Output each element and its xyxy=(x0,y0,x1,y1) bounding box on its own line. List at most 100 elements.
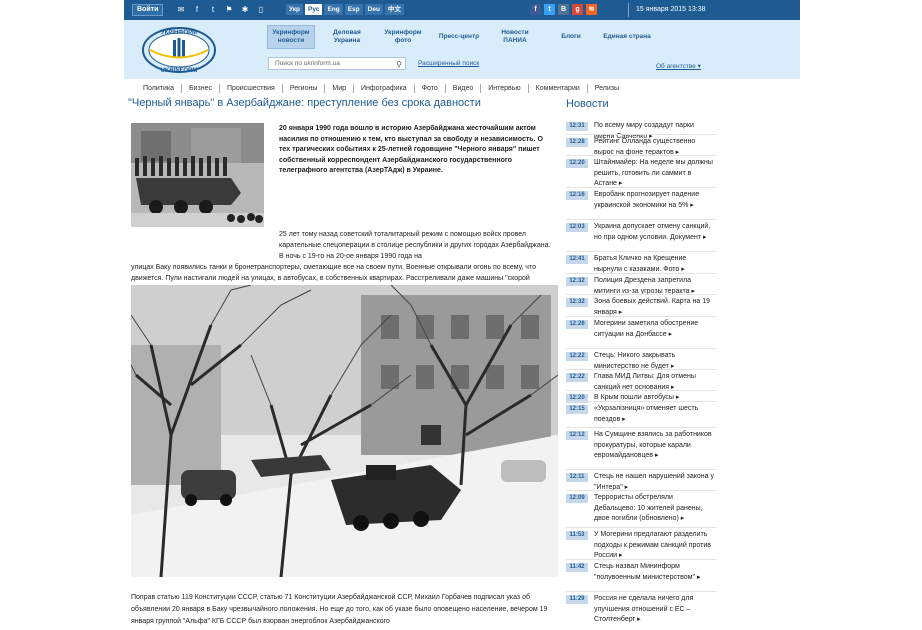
mobile-icon[interactable]: ▯ xyxy=(256,4,266,15)
category-menu: Политика Бизнес Происшествия Регионы Мир Инфо… xyxy=(136,84,626,93)
news-time-badge: 12:22 xyxy=(566,352,588,361)
page: Войти ✉ f t ⚑ ✱ ▯ Укр Рус Eng Esp Deu 中文 f t … xyxy=(124,0,800,630)
googleplus-icon[interactable]: g xyxy=(572,4,583,15)
news-time-badge: 12:28 xyxy=(566,138,588,147)
divider xyxy=(566,469,716,470)
top-navigation: Укринформ новости Деловая Украина Укринфор… xyxy=(267,25,651,49)
header: УКРІНФОРМ UKRINFORM Укринформ новости Дел… xyxy=(124,20,800,79)
category-link[interactable]: Инфографика xyxy=(354,84,415,93)
news-heading: Новости xyxy=(566,98,609,110)
divider xyxy=(566,251,716,252)
nav-button[interactable]: Укринформ фото xyxy=(379,25,427,49)
ukrinform-logo[interactable]: УКРІНФОРМ UKRINFORM xyxy=(140,25,218,75)
nav-button[interactable]: Новости ПАНИА xyxy=(491,25,539,49)
article-lead: 20 января 1990 года вошло в историю Азер… xyxy=(279,125,543,174)
news-headline-link[interactable]: Террористы обстреляли Дебальцево: 10 жит… xyxy=(594,493,716,525)
divider xyxy=(566,591,716,592)
language-option[interactable]: Esp xyxy=(344,4,363,15)
news-time-badge: 12:32 xyxy=(566,277,588,286)
category-link[interactable]: Политика xyxy=(136,84,182,93)
app-icon[interactable]: ✱ xyxy=(240,4,250,15)
divider xyxy=(566,390,716,391)
category-link[interactable]: Происшествия xyxy=(220,84,283,93)
news-headline-link[interactable]: Стець назвал Мининформ "полувоенным мини… xyxy=(594,562,716,583)
category-link[interactable]: Комментарии xyxy=(529,84,588,93)
advanced-search-link[interactable]: Расширенный поиск xyxy=(418,60,479,67)
twitter-icon[interactable]: t xyxy=(544,4,555,15)
news-time-badge: 12:03 xyxy=(566,223,588,232)
twitter-icon[interactable]: t xyxy=(208,4,218,15)
divider xyxy=(566,273,716,274)
svg-text:UKRINFORM: UKRINFORM xyxy=(161,68,198,74)
news-time-badge: 12:16 xyxy=(566,191,588,200)
news-time-badge: 12:20 xyxy=(566,159,588,168)
nav-button[interactable]: Единая страна xyxy=(603,25,651,49)
category-link[interactable]: Бизнес xyxy=(182,84,220,93)
social-links: f t B g ≋ xyxy=(530,4,597,15)
nav-button[interactable]: Деловая Украина xyxy=(323,25,371,49)
vk-icon[interactable]: ✉ xyxy=(176,4,186,15)
search-placeholder: Поиск по ukrinform.ua xyxy=(275,60,340,67)
news-headline-link[interactable]: Россия не сделала ничего для улучшения о… xyxy=(594,594,716,626)
search-icon[interactable]: ⚲ xyxy=(396,59,402,70)
news-headline-link[interactable]: Зона боевых действий. Карта на 19 января… xyxy=(594,297,716,318)
share-icon[interactable]: ⚑ xyxy=(224,4,234,15)
news-headline-link[interactable]: Штайнмайер: На неделе мы должны решить, … xyxy=(594,158,716,190)
language-option[interactable]: Deu xyxy=(364,4,383,15)
vk-icon[interactable]: B xyxy=(558,4,569,15)
news-headline-link[interactable]: «Укрзалізниця» отменяет шесть поездов ▸ xyxy=(594,404,716,425)
news-time-badge: 11:53 xyxy=(566,531,588,540)
news-headline-link[interactable]: Евробанк прогнозирует падение украинской… xyxy=(594,190,716,211)
news-headline-link[interactable]: Братья Кличко на Крещение нырнули с каза… xyxy=(594,254,716,275)
top-bar: Войти ✉ f t ⚑ ✱ ▯ Укр Рус Eng Esp Deu 中文 f t … xyxy=(124,0,800,20)
login-button[interactable]: Войти xyxy=(132,4,164,16)
nav-button[interactable]: Укринформ новости xyxy=(267,25,315,49)
news-headline-link[interactable]: Могерини заметила обострение ситуации на… xyxy=(594,319,716,340)
category-link[interactable]: Фото xyxy=(415,84,446,93)
news-time-badge: 12:22 xyxy=(566,373,588,382)
search-input[interactable]: Поиск по ukrinform.ua ⚲ xyxy=(268,57,406,70)
news-headline-link[interactable]: В Крым пошли автобусы ▸ xyxy=(594,393,716,404)
category-link[interactable]: Интервью xyxy=(481,84,529,93)
category-link[interactable]: Видео xyxy=(446,84,482,93)
news-time-badge: 12:09 xyxy=(566,494,588,503)
news-time-badge: 12:41 xyxy=(566,255,588,264)
svg-text:УКРІНФОРМ: УКРІНФОРМ xyxy=(161,30,197,36)
divider xyxy=(628,3,629,17)
divider xyxy=(566,527,716,528)
divider xyxy=(566,401,716,402)
divider xyxy=(566,427,716,428)
current-datetime: 15 января 2015 13:38 xyxy=(636,6,706,13)
nav-button[interactable]: Пресс-центр xyxy=(435,25,483,49)
news-time-badge: 12:31 xyxy=(566,122,588,131)
news-headline-link[interactable]: На Сумщине взялись за работников прокура… xyxy=(594,430,716,462)
article-lead-photo[interactable] xyxy=(131,123,264,227)
facebook-icon[interactable]: f xyxy=(530,4,541,15)
about-agency-link[interactable]: Об агентстве ▾ xyxy=(656,62,701,70)
divider xyxy=(566,316,716,317)
article-paragraph: 25 лет тому назад советский тоталитарный… xyxy=(279,231,551,260)
divider xyxy=(566,490,716,491)
news-headline-link[interactable]: Украина допускает отмену санкций, но при… xyxy=(594,222,716,243)
language-option[interactable]: 中文 xyxy=(384,4,404,15)
nav-button[interactable]: Блоги xyxy=(547,25,595,49)
news-time-badge: 12:32 xyxy=(566,298,588,307)
article-main-photo[interactable] xyxy=(131,285,558,577)
language-option[interactable]: Рус xyxy=(305,4,323,15)
rss-icon[interactable]: ≋ xyxy=(586,4,597,15)
language-switcher: Укр Рус Eng Esp Deu 中文 xyxy=(286,4,404,15)
divider xyxy=(566,559,716,560)
language-option[interactable]: Eng xyxy=(324,4,343,15)
category-link[interactable]: Мир xyxy=(325,84,355,93)
divider xyxy=(566,155,716,156)
category-link[interactable]: Релизы xyxy=(588,84,626,93)
article-paragraph: Поправ статью 119 Конституции СССР, стат… xyxy=(131,594,548,625)
chevron-down-icon: ▾ xyxy=(697,63,701,70)
news-time-badge: 11:42 xyxy=(566,563,588,572)
news-headline-link[interactable]: У Могерини предлагают разделить подходы … xyxy=(594,530,716,562)
facebook-icon[interactable]: f xyxy=(192,4,202,15)
category-link[interactable]: Регионы xyxy=(283,84,326,93)
news-time-badge: 12:15 xyxy=(566,405,588,414)
news-time-badge: 11:29 xyxy=(566,595,588,604)
language-option[interactable]: Укр xyxy=(286,4,304,15)
